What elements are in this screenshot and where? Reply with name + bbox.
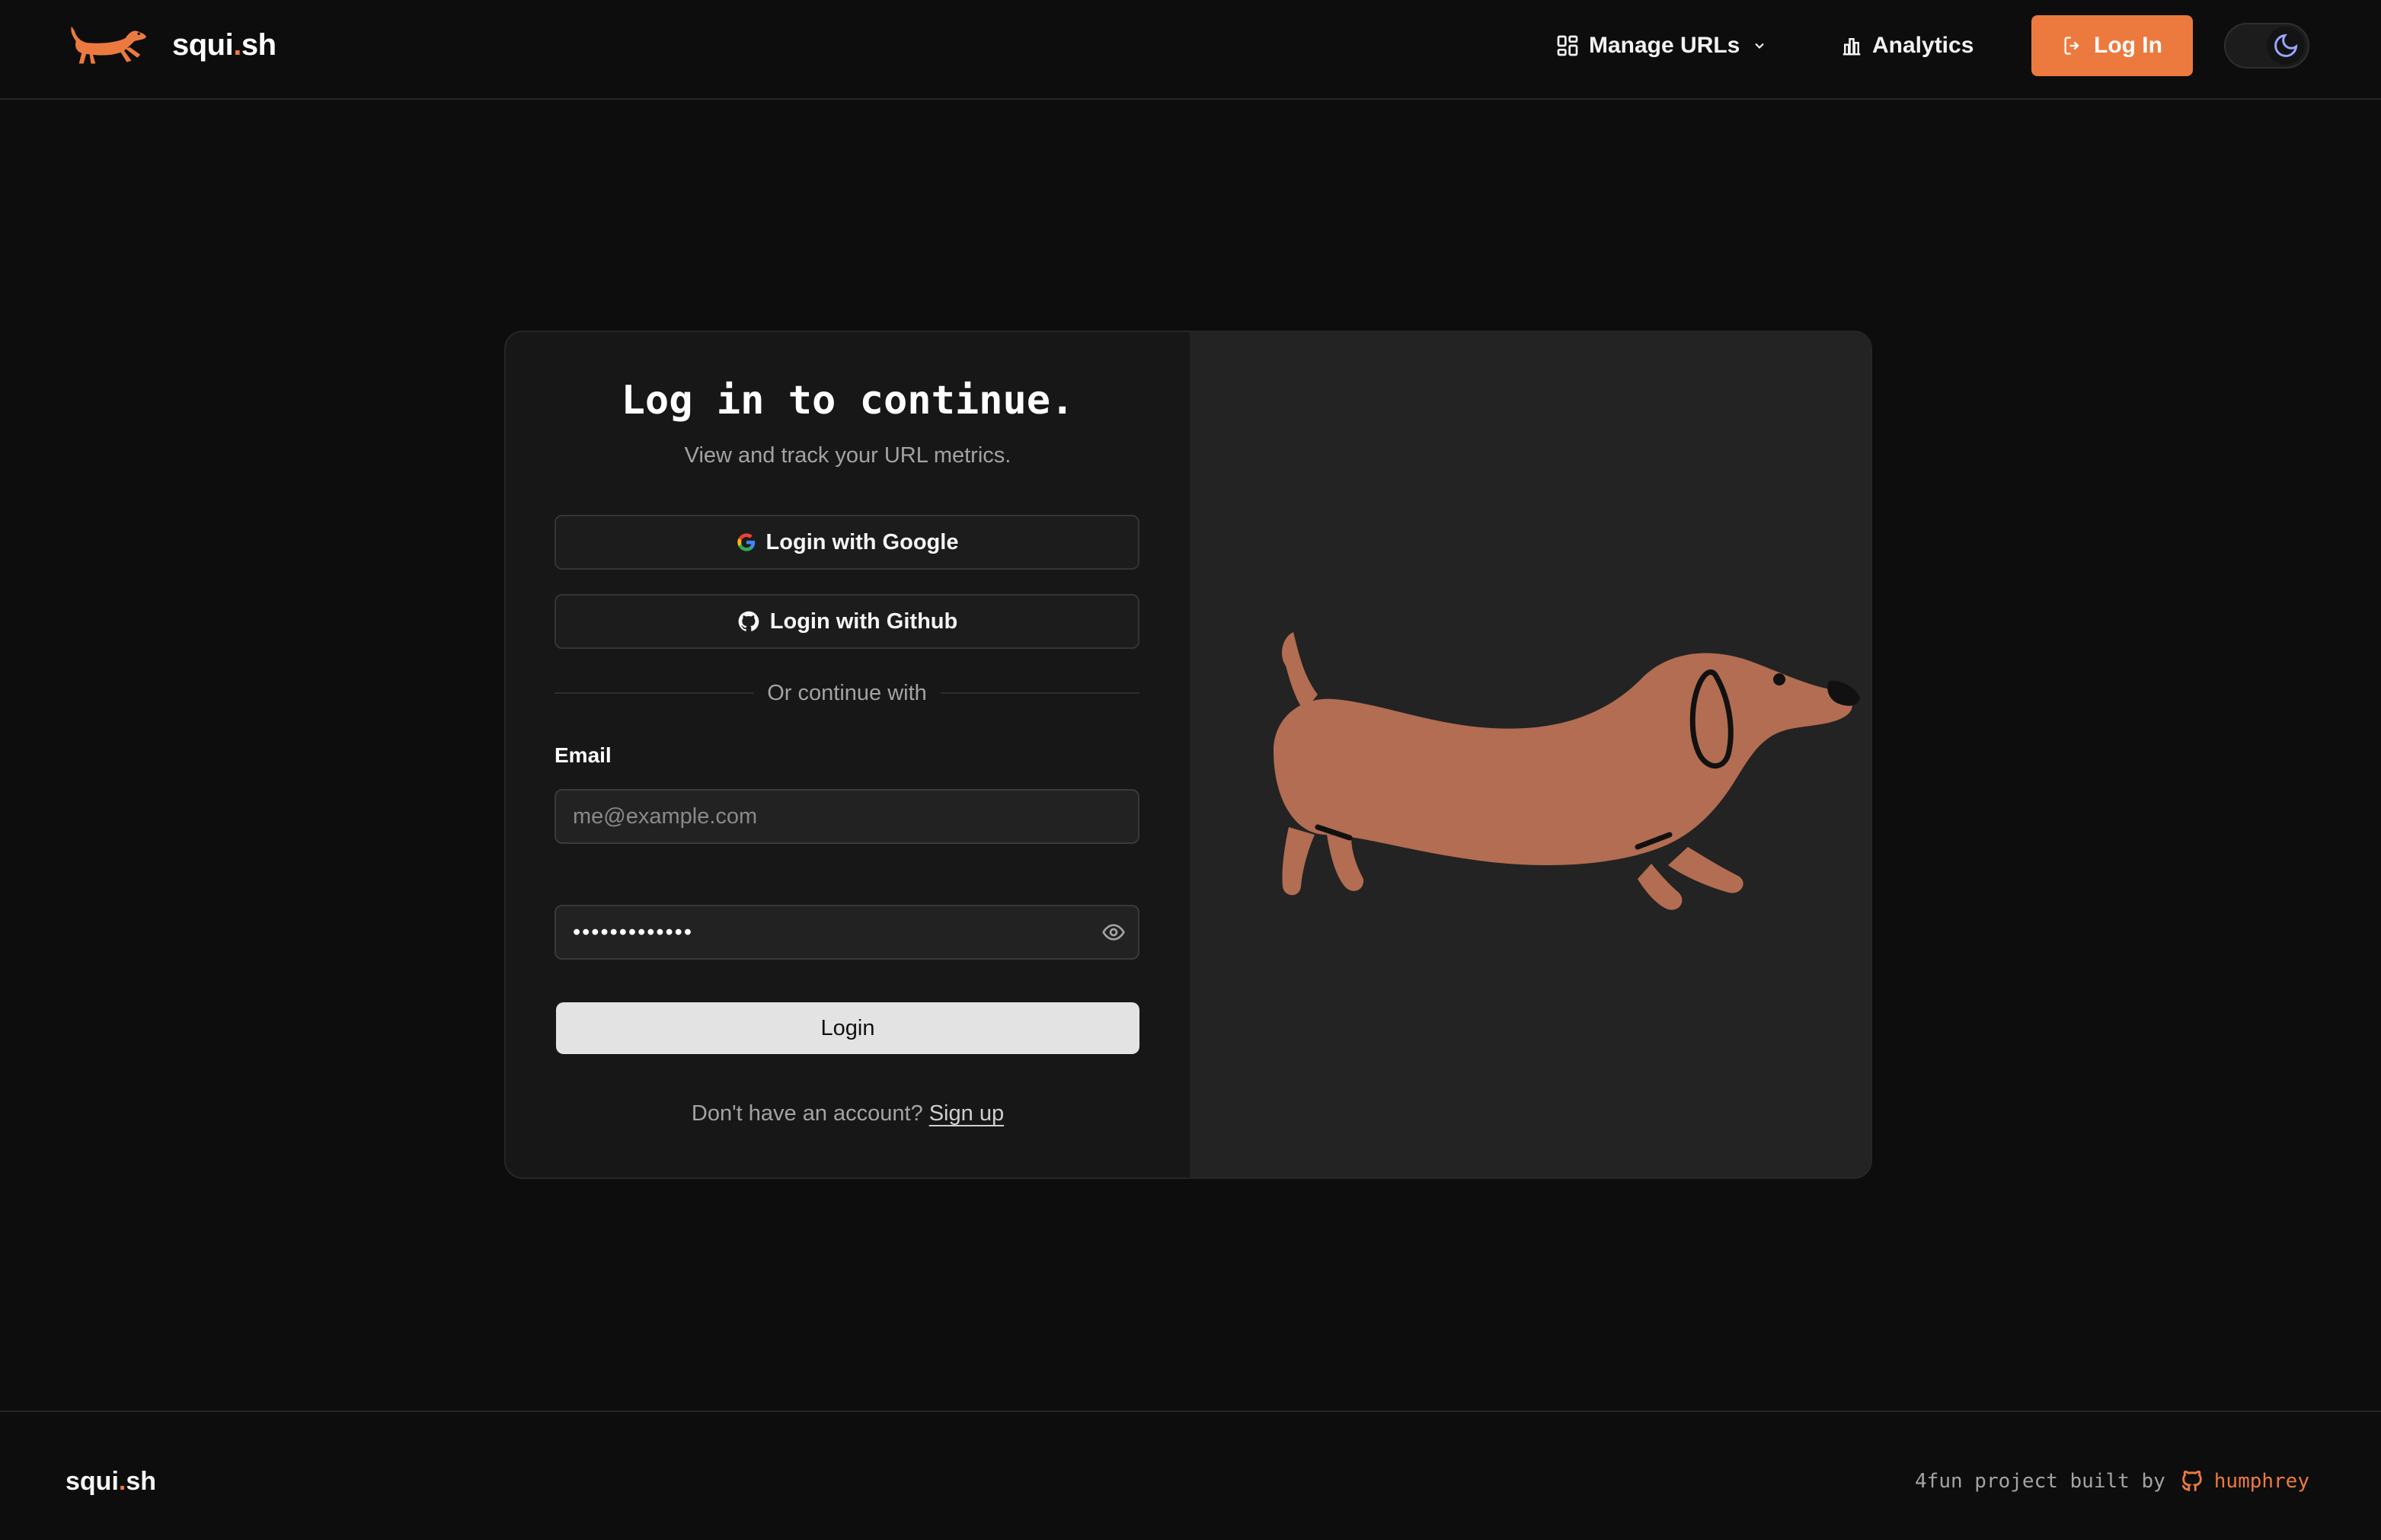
grid-dashboard-icon [1557,35,1578,56]
theme-toggle[interactable] [2224,23,2309,69]
page-subtitle: View and track your URL metrics. [684,443,1012,468]
footer: squi.sh 4fun project built by humphrey [0,1411,2381,1540]
google-icon [737,533,755,551]
author-link[interactable]: humphrey [2214,1470,2309,1493]
email-field[interactable] [555,789,1139,844]
divider-line-right [940,692,1140,694]
login-card: Log in to continue. View and track your … [504,331,1872,1179]
brand-name: squi.sh [172,27,276,62]
eye-icon[interactable] [1101,920,1126,944]
page-title: Log in to continue. [621,378,1075,423]
log-in-icon [2064,37,2079,55]
brand-link[interactable]: squi.sh [67,21,276,69]
dachshund-logo-icon [71,26,147,64]
footer-credit: 4fun project built by humphrey [1915,1468,2309,1494]
login-with-github-button[interactable]: Login with Github [555,594,1139,649]
github-icon [2181,1470,2202,1491]
bar-chart-icon [1842,38,1861,56]
signup-prompt: Don't have an account? [691,1101,923,1126]
dachshund-illustration [1274,632,1860,910]
login-with-google-button[interactable]: Login with Google [555,515,1139,570]
login-submit-button[interactable]: Login [556,1002,1139,1054]
divider-text: Or continue with [767,680,927,705]
google-button-label: Login with Google [765,529,959,554]
password-field-wrapper [555,905,1139,960]
github-button-label: Login with Github [769,609,958,634]
login-form-panel: Log in to continue. View and track your … [506,332,1190,1177]
header-login-button[interactable]: Log In [2031,15,2193,76]
or-divider: Or continue with [555,678,1140,708]
chevron-down-icon [1755,43,1765,49]
manage-urls-label: Manage URLs [1589,33,1740,58]
signup-link[interactable]: Sign up [929,1101,1004,1126]
footer-brand[interactable]: squi.sh [66,1467,156,1497]
footer-credit-text: 4fun project built by [1915,1470,2165,1493]
header-login-label: Log In [2094,33,2162,58]
illustration-panel [1190,332,1871,1177]
analytics-label: Analytics [1872,33,1974,58]
analytics-link[interactable]: Analytics [1840,15,1974,76]
divider-line-left [555,692,754,694]
github-icon [738,611,759,631]
signup-prompt-row: Don't have an account? Sign up [506,1101,1190,1126]
password-field[interactable] [555,905,1139,960]
email-label: Email [555,743,612,767]
manage-urls-dropdown[interactable]: Manage URLs [1555,15,1767,76]
moon-icon [2274,34,2298,57]
top-nav-bar: squi.sh Manage URLs Analytics Log In [0,0,2381,100]
theme-toggle-knob [2267,27,2305,65]
